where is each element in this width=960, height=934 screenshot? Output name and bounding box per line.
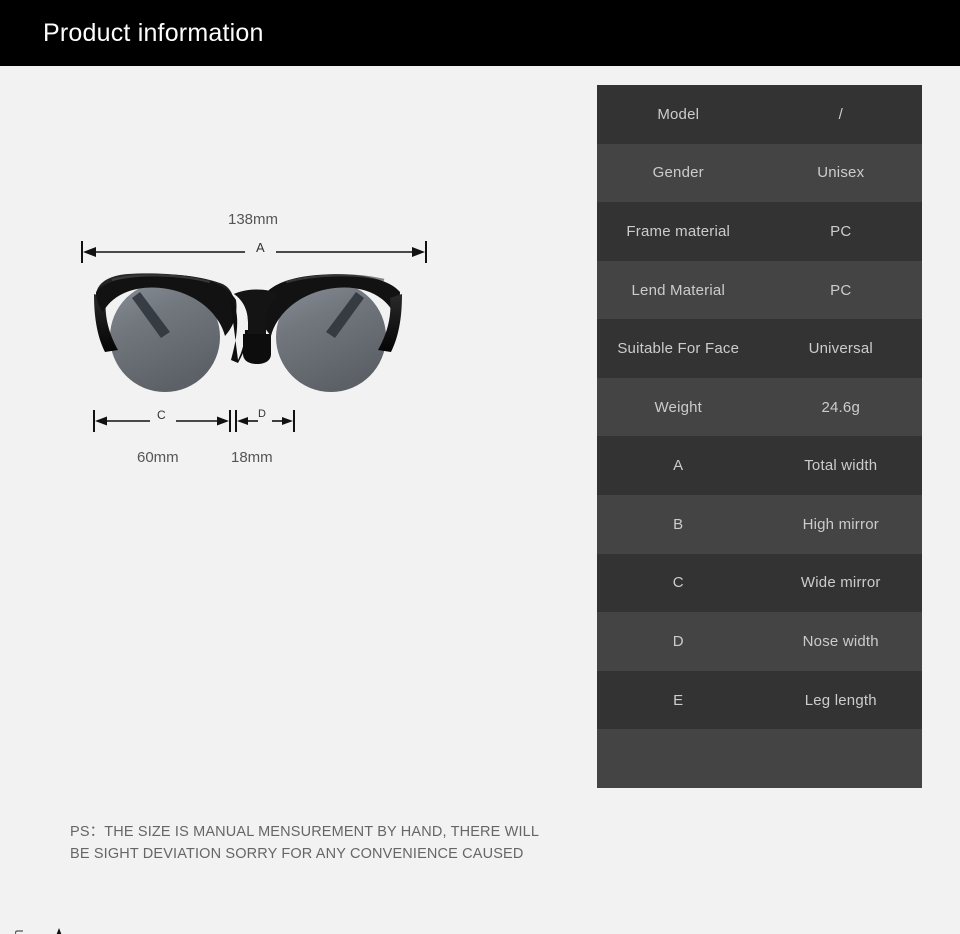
disclaimer-line-2: BE SIGHT DEVIATION SORRY FOR ANY CONVENI… — [70, 846, 524, 862]
dimension-a-letter: A — [256, 240, 265, 255]
spec-key: Lend Material — [631, 281, 725, 299]
disclaimer-line-1: PS：THE SIZE IS MANUAL MENSUREMENT BY HAN… — [70, 824, 540, 840]
spec-value: Universal — [808, 340, 873, 358]
table-row: D Nose width — [597, 612, 922, 671]
table-row: E Leg length — [597, 670, 922, 730]
spec-value: Nose width — [802, 632, 879, 650]
spec-key: Suitable For Face — [617, 340, 740, 358]
spec-value: High mirror — [802, 515, 879, 533]
spec-value: PC — [830, 281, 852, 299]
spec-key: C — [672, 574, 684, 592]
table-row: Suitable For Face Universal — [597, 319, 922, 378]
table-row: Lend Material PC — [597, 260, 922, 320]
dimension-c-letter: C — [157, 408, 166, 422]
dimension-a-arrow — [81, 241, 427, 263]
spec-value: PC — [830, 222, 852, 240]
diagram-column: 138mm A C 60mm D 18mm PS：THE SIZE IS MAN… — [0, 66, 575, 934]
spec-key: A — [673, 457, 684, 475]
table-row: Model / — [597, 85, 922, 144]
spec-key: E — [673, 691, 684, 709]
product-information-page: Product information 138mm A C 60mm D 18m… — [0, 0, 960, 934]
spec-key: B — [673, 515, 684, 533]
table-row: A Total width — [597, 436, 922, 496]
table-row-empty — [597, 729, 922, 788]
table-row: Frame material PC — [597, 202, 922, 261]
measurement-disclaimer: PS：THE SIZE IS MANUAL MENSUREMENT BY HAN… — [70, 821, 550, 865]
page-header: Product information — [0, 0, 960, 66]
spec-value: Unisex — [817, 164, 865, 182]
spec-value: Leg length — [804, 691, 877, 709]
spec-key: Gender — [652, 164, 704, 182]
spec-key: Frame material — [626, 222, 731, 240]
side-view-diagram: 53mm B — [0, 461, 575, 934]
spec-value: / — [838, 105, 843, 123]
spec-key: Weight — [654, 398, 703, 416]
sunglasses-front-image — [94, 273, 402, 392]
table-row: Gender Unisex — [597, 143, 922, 203]
page-title: Product information — [43, 18, 264, 47]
spec-value: Wide mirror — [800, 574, 881, 592]
table-row: Weight 24.6g — [597, 377, 922, 437]
dimension-a-value: 138mm — [228, 211, 279, 228]
spec-key: Model — [657, 105, 700, 123]
dimension-b-value: 53mm — [10, 929, 27, 934]
table-row: C Wide mirror — [597, 553, 922, 613]
front-view-diagram: 138mm A — [0, 66, 575, 406]
specification-table: Model / Gender Unisex Frame material PC … — [597, 85, 922, 788]
dimension-d-letter: D — [258, 408, 266, 420]
spec-key: D — [672, 632, 684, 650]
spec-value: 24.6g — [821, 398, 861, 416]
table-row: B High mirror — [597, 495, 922, 554]
spec-value: Total width — [804, 457, 878, 475]
